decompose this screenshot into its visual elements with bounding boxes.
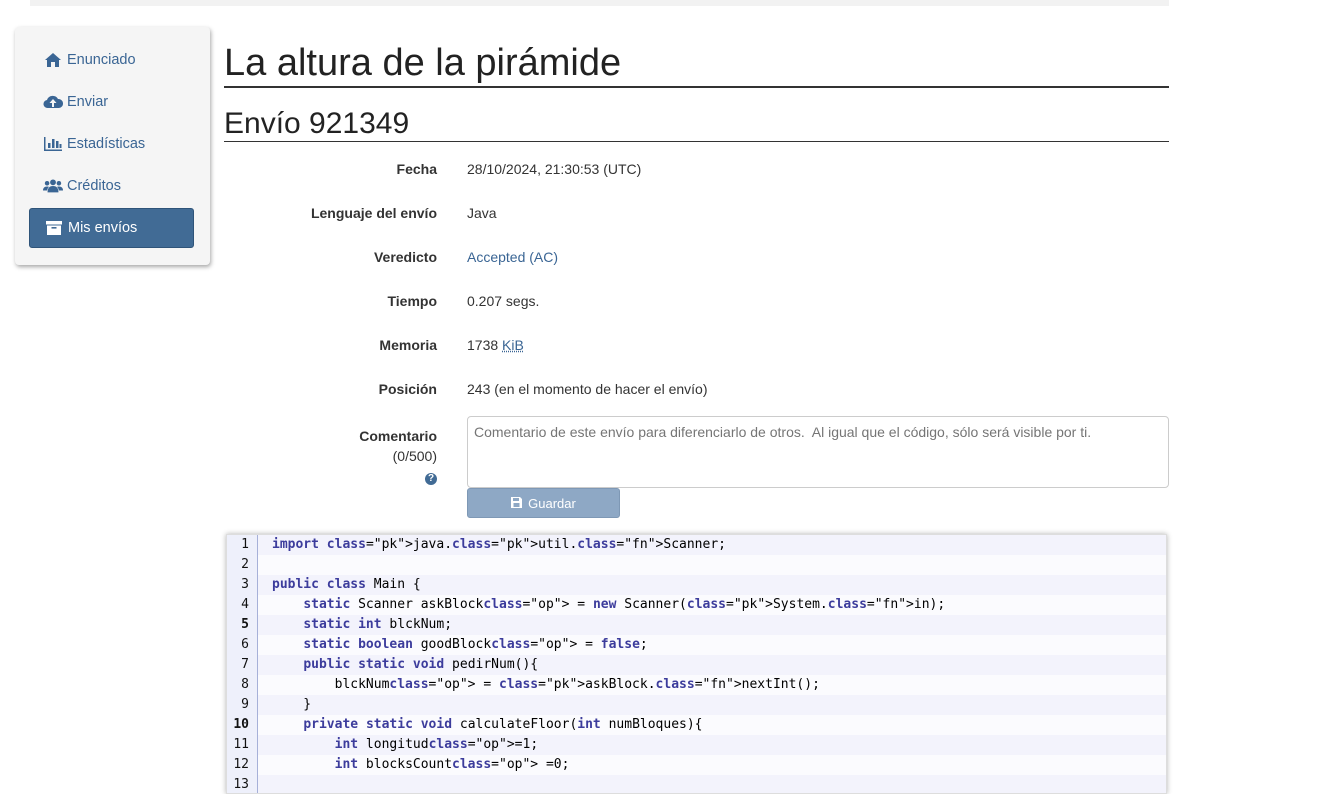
sidebar-item-label: Enunciado	[67, 52, 136, 68]
top-bar	[30, 0, 1169, 6]
code-text: blckNumclass="op"> = class="pk">askBlock…	[258, 675, 820, 695]
line-number: 6	[227, 635, 258, 655]
code-line: 9 }	[227, 695, 1166, 715]
line-number: 1	[227, 535, 258, 555]
code-text: static boolean goodBlockclass="op"> = fa…	[258, 635, 648, 655]
code-text: public static void pedirNum(){	[258, 655, 538, 675]
page-title: La altura de la pirámide	[224, 40, 1169, 88]
save-button[interactable]: Guardar	[467, 488, 620, 518]
line-number: 13	[227, 775, 258, 794]
code-text: int blocksCountclass="op"> =0;	[258, 755, 569, 775]
sidebar-item-label: Mis envíos	[68, 220, 137, 236]
code-text	[258, 775, 272, 794]
lenguaje-row: Lenguaje del envío Java	[224, 205, 1169, 225]
code-text	[258, 555, 272, 575]
tiempo-row: Tiempo 0.207 segs.	[224, 293, 1169, 313]
tiempo-label: Tiempo	[387, 293, 437, 309]
sidebar-item-enviar[interactable]: Enviar	[29, 82, 194, 122]
fecha-value: 28/10/2024, 21:30:53 (UTC)	[467, 161, 641, 177]
sidebar-item-label: Estadísticas	[67, 136, 145, 152]
line-number: 9	[227, 695, 258, 715]
code-text: int longitudclass="op">=1;	[258, 735, 538, 755]
code-line: 7 public static void pedirNum(){	[227, 655, 1166, 675]
code-line: 11 int longitudclass="op">=1;	[227, 735, 1166, 755]
fecha-row: Fecha 28/10/2024, 21:30:53 (UTC)	[224, 161, 1169, 181]
code-text: private static void calculateFloor(int n…	[258, 715, 703, 735]
memoria-value: 1738 KiB	[467, 337, 524, 353]
comment-label-block: Comentario (0/500) ?	[359, 426, 437, 486]
line-number: 5	[227, 615, 258, 635]
code-text: import class="pk">java.class="pk">util.c…	[258, 535, 726, 555]
code-text: static int blckNum;	[258, 615, 452, 635]
code-line: 13	[227, 775, 1166, 794]
sidebar-item-label: Enviar	[67, 94, 108, 110]
posicion-row: Posición 243 (en el momento de hacer el …	[224, 381, 1169, 401]
cloud-upload-icon	[43, 93, 63, 111]
comment-counter: (0/500)	[359, 446, 437, 466]
save-button-label: Guardar	[528, 496, 576, 511]
home-icon	[43, 51, 63, 69]
code-line: 5 static int blckNum;	[227, 615, 1166, 635]
posicion-label: Posición	[379, 381, 437, 397]
code-line: 10 private static void calculateFloor(in…	[227, 715, 1166, 735]
users-icon	[43, 177, 63, 195]
sidebar-item-estadisticas[interactable]: Estadísticas	[29, 124, 194, 164]
line-number: 7	[227, 655, 258, 675]
code-line: 4 static Scanner askBlockclass="op"> = n…	[227, 595, 1166, 615]
code-line: 6 static boolean goodBlockclass="op"> = …	[227, 635, 1166, 655]
save-icon	[511, 496, 522, 511]
code-line: 12 int blocksCountclass="op"> =0;	[227, 755, 1166, 775]
code-line: 3 public class Main {	[227, 575, 1166, 595]
code-text: public class Main {	[258, 575, 421, 595]
sidebar-item-creditos[interactable]: Créditos	[29, 166, 194, 206]
help-icon[interactable]: ?	[425, 473, 437, 485]
submission-title: Envío 921349	[224, 106, 1169, 142]
sidebar-item-label: Créditos	[67, 178, 121, 194]
line-number: 10	[227, 715, 258, 735]
archive-icon	[44, 219, 64, 237]
code-line: 2	[227, 555, 1166, 575]
lenguaje-value: Java	[467, 205, 497, 221]
sidebar-item-enunciado[interactable]: Enunciado	[29, 40, 194, 80]
memoria-number: 1738	[467, 337, 498, 353]
line-number: 2	[227, 555, 258, 575]
tiempo-value: 0.207 segs.	[467, 293, 539, 309]
code-line: 8 blckNumclass="op"> = class="pk">askBlo…	[227, 675, 1166, 695]
memoria-label: Memoria	[379, 337, 437, 353]
code-text: }	[258, 695, 311, 715]
line-number: 3	[227, 575, 258, 595]
sidebar-nav: Enunciado Enviar Estadísticas Créditos M…	[15, 27, 210, 265]
line-number: 8	[227, 675, 258, 695]
memoria-unit: KiB	[502, 337, 524, 353]
fecha-label: Fecha	[397, 161, 437, 177]
code-line: 1 import class="pk">java.class="pk">util.…	[227, 535, 1166, 555]
line-number: 4	[227, 595, 258, 615]
bar-chart-icon	[43, 135, 63, 153]
veredicto-label: Veredicto	[374, 249, 437, 265]
posicion-value: 243 (en el momento de hacer el envío)	[467, 381, 707, 397]
source-code-viewer: 1 import class="pk">java.class="pk">util.…	[226, 534, 1167, 794]
line-number: 11	[227, 735, 258, 755]
sidebar-item-mis-envios[interactable]: Mis envíos	[29, 208, 194, 248]
veredicto-link[interactable]: Accepted (AC)	[467, 249, 558, 265]
veredicto-row: Veredicto Accepted (AC)	[224, 249, 1169, 269]
line-number: 12	[227, 755, 258, 775]
memoria-row: Memoria 1738 KiB	[224, 337, 1169, 357]
comment-label: Comentario	[359, 426, 437, 446]
lenguaje-label: Lenguaje del envío	[311, 205, 437, 221]
comment-textarea[interactable]	[467, 416, 1169, 488]
code-text: static Scanner askBlockclass="op"> = new…	[258, 595, 945, 615]
